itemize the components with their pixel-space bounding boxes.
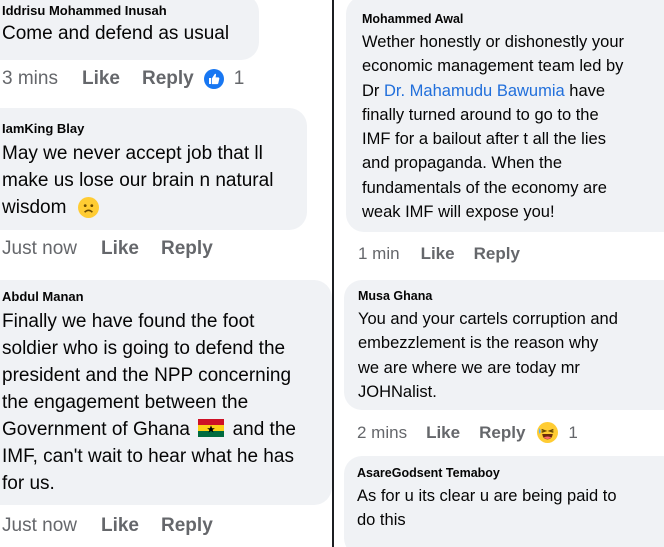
mention-link[interactable]: Dr. Mahamudu Bawumia: [384, 82, 565, 100]
like-button[interactable]: Like: [82, 68, 120, 90]
comment-text: wisdom: [2, 197, 67, 218]
reply-button[interactable]: Reply: [161, 515, 213, 537]
reaction-count[interactable]: 1: [234, 68, 245, 90]
comment-text: the engagement between the: [2, 392, 249, 413]
comment-author[interactable]: Musa Ghana: [358, 289, 664, 303]
comment-text: and propaganda. When the: [362, 154, 562, 173]
comment-timestamp[interactable]: 3 mins: [2, 68, 58, 90]
comment-timestamp[interactable]: Just now: [2, 238, 77, 260]
comment-text: do this: [357, 511, 406, 530]
comment-text: economic management team led by: [362, 57, 624, 76]
comment-text: make us lose our brain n natural: [2, 170, 274, 191]
comment-text-last-line: wisdom: [2, 194, 307, 221]
comment-bubble: Musa Ghana You and your cartels corrupti…: [344, 280, 664, 410]
comment-actions: 1 min Like Reply: [358, 244, 520, 264]
comment-text: embezzlement is the reason why: [358, 334, 599, 353]
ghana-flag-emoji: [198, 419, 225, 437]
comment-text: for us.: [2, 473, 55, 494]
comment-text: You and your cartels corruption and: [358, 310, 618, 328]
comment-bubble: Mohammed Awal Wether honestly or dishone…: [346, 0, 664, 232]
comment-text: finally turned around to go to the: [362, 105, 599, 124]
comment-text: IMF for a bailout after t all the lies: [362, 130, 606, 149]
reply-button[interactable]: Reply: [142, 68, 194, 90]
comment-text: we are where we are today mr: [358, 358, 580, 377]
comment-bubble: IamKing Blay May we never accept job tha…: [0, 108, 307, 230]
like-button[interactable]: Like: [101, 238, 139, 260]
comment-text: weak IMF will expose you!: [362, 203, 555, 222]
left-comment-column: Iddrisu Mohammed Inusah Come and defend …: [0, 0, 332, 547]
comment-text: As for u its clear u are being paid to: [357, 487, 617, 505]
like-button[interactable]: Like: [421, 244, 455, 264]
comment-timestamp[interactable]: 2 mins: [357, 423, 407, 443]
comment-text: Dr: [362, 81, 380, 100]
comment-author[interactable]: AsareGodsent Temaboy: [357, 466, 664, 480]
reply-button[interactable]: Reply: [479, 423, 525, 443]
reply-button[interactable]: Reply: [161, 238, 213, 260]
comment-bubble: AsareGodsent Temaboy As for u its clear …: [344, 456, 664, 547]
reply-button[interactable]: Reply: [474, 244, 520, 264]
comment-text: Wether honestly or dishonestly your: [362, 33, 624, 51]
comment-author[interactable]: Abdul Manan: [2, 289, 332, 304]
comment-actions: Just now Like Reply: [2, 238, 213, 260]
comment-text: fundamentals of the economy are: [362, 178, 607, 197]
comment-text: JOHNalist.: [358, 382, 437, 401]
laughing-face-icon[interactable]: [537, 422, 559, 443]
comment-actions: 3 mins Like Reply 1: [2, 68, 244, 90]
comment-bubble: Iddrisu Mohammed Inusah Come and defend …: [0, 0, 259, 60]
comment-text: May we never accept job that ll: [2, 143, 263, 164]
like-button[interactable]: Like: [426, 423, 460, 443]
right-comment-column: Mohammed Awal Wether honestly or dishone…: [334, 0, 664, 547]
comment-timestamp[interactable]: Just now: [2, 515, 77, 537]
comment-actions: 2 mins Like Reply 1: [357, 422, 578, 443]
comment-text: president and the NPP concerning: [2, 365, 292, 386]
comment-author[interactable]: Mohammed Awal: [362, 12, 664, 26]
comment-bubble: Abdul Manan Finally we have found the fo…: [0, 280, 332, 505]
frowning-face-emoji: [77, 197, 99, 219]
comment-author[interactable]: IamKing Blay: [2, 121, 307, 136]
comment-text: Finally we have found the foot: [2, 311, 255, 332]
comment-text: soldier who is going to defend the: [2, 338, 286, 359]
like-icon[interactable]: [203, 69, 224, 89]
comment-text: Government of Ghana: [2, 419, 190, 440]
comment-actions: Just now Like Reply: [2, 515, 213, 537]
comment-text-flag-line: Government of Ghana and the: [2, 416, 332, 443]
reaction-count[interactable]: 1: [568, 423, 577, 443]
comment-text: IMF, can't wait to hear what he has: [2, 446, 294, 467]
comment-text-mention-line: Dr Dr. Mahamudu Bawumia have: [362, 79, 664, 103]
comment-text: and the: [232, 419, 296, 440]
comment-author[interactable]: Iddrisu Mohammed Inusah: [2, 3, 259, 18]
comment-text: have: [569, 81, 606, 100]
like-button[interactable]: Like: [101, 515, 139, 537]
comment-timestamp[interactable]: 1 min: [358, 244, 400, 264]
comment-text: Come and defend as usual: [2, 23, 230, 44]
